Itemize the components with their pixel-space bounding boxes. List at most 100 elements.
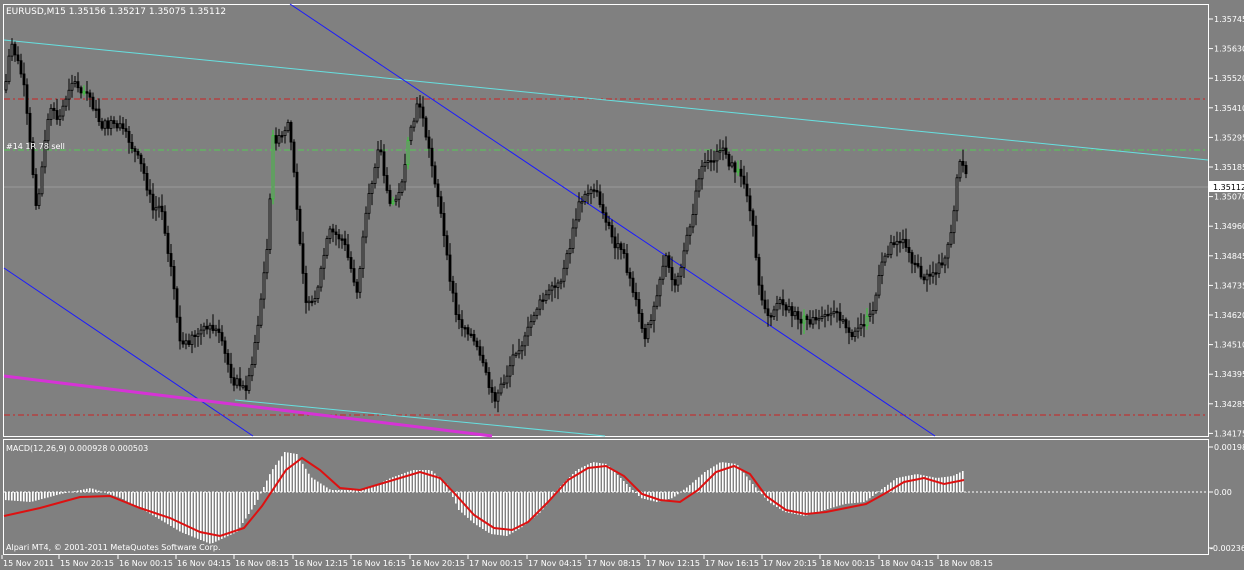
- macd-bar: [368, 488, 370, 492]
- macd-bar: [803, 492, 805, 516]
- macd-bar: [527, 492, 529, 523]
- price-tick-label: 1.35185: [1214, 163, 1244, 172]
- candle-body: [19, 60, 23, 75]
- macd-bar: [830, 492, 832, 509]
- time-tick-label: 17 Nov 08:15: [587, 559, 641, 568]
- macd-bar: [218, 492, 220, 541]
- candle-body: [628, 272, 632, 279]
- candle-body: [409, 126, 413, 142]
- candle-body: [130, 141, 134, 149]
- candle-body: [76, 81, 80, 89]
- candle-body: [778, 299, 782, 304]
- candle-body: [658, 278, 662, 297]
- candle-body: [184, 340, 188, 345]
- macd-bar: [68, 492, 70, 493]
- candle-body: [868, 313, 872, 317]
- candle-body: [739, 168, 743, 177]
- macd-bar: [884, 487, 886, 492]
- candle-body: [925, 273, 929, 281]
- candle-body: [487, 371, 491, 388]
- candle-body: [478, 346, 482, 356]
- candle-body: [769, 315, 773, 318]
- time-tick-label: 15 Nov 20:15: [60, 559, 114, 568]
- order-label[interactable]: #14 1R 78 sell: [6, 142, 65, 151]
- price-tick-label: 1.34510: [1214, 341, 1244, 350]
- candle-body: [859, 324, 863, 329]
- candle-body: [637, 299, 641, 314]
- macd-bar: [530, 492, 532, 520]
- chart-canvas[interactable]: EURUSD,M15 1.35156 1.35217 1.35075 1.351…: [0, 0, 1244, 570]
- macd-bar: [476, 492, 478, 526]
- candle-body: [676, 275, 680, 286]
- macd-bar: [107, 492, 109, 494]
- candle-body: [313, 298, 317, 302]
- candle-body: [430, 147, 434, 167]
- candle-body: [376, 149, 380, 169]
- candle-body: [100, 121, 104, 129]
- macd-bar: [95, 489, 97, 492]
- candle-body: [178, 316, 182, 342]
- macd-bar: [686, 487, 688, 492]
- macd-bar: [251, 492, 253, 510]
- candle-body: [679, 267, 683, 277]
- macd-bar: [65, 492, 67, 493]
- candle-body: [877, 275, 881, 296]
- macd-bar: [623, 481, 625, 492]
- macd-bar: [515, 492, 517, 531]
- current-price-label: 1.35112: [1213, 183, 1244, 192]
- candle-body: [319, 267, 323, 288]
- candle-body: [853, 330, 857, 338]
- candle-body: [157, 205, 161, 209]
- macd-bar: [845, 492, 847, 504]
- candle-body: [565, 253, 569, 269]
- macd-bar: [818, 492, 820, 512]
- macd-bar: [665, 492, 667, 500]
- macd-bar: [914, 474, 916, 492]
- candle-body: [127, 130, 131, 143]
- candle-body: [772, 309, 776, 317]
- macd-bar: [626, 484, 628, 492]
- candle-body: [709, 160, 713, 163]
- macd-bar: [710, 468, 712, 492]
- price-tick-label: 1.34620: [1214, 311, 1244, 320]
- candle-body: [361, 236, 365, 269]
- macd-bar: [59, 492, 61, 495]
- macd-bar: [38, 492, 40, 500]
- candle-body: [262, 272, 266, 300]
- macd-bar: [839, 492, 841, 506]
- mt4-chart-window[interactable]: EURUSD,M15 1.35156 1.35217 1.35075 1.351…: [0, 0, 1244, 570]
- macd-bar: [188, 492, 190, 536]
- candle-body: [256, 324, 260, 343]
- candle-body: [730, 162, 734, 167]
- macd-bar: [611, 469, 613, 492]
- candle-body: [604, 212, 608, 223]
- macd-bar: [146, 492, 148, 512]
- candle-body: [829, 312, 833, 316]
- candle-body: [229, 363, 233, 379]
- candle-body: [718, 150, 722, 153]
- candle-body: [694, 190, 698, 215]
- candle-body: [754, 224, 758, 258]
- macd-bar: [74, 491, 76, 492]
- candle-body: [961, 160, 965, 166]
- macd-bar: [257, 492, 259, 500]
- candle-body: [163, 211, 167, 234]
- macd-bar: [485, 492, 487, 531]
- candle-body: [181, 340, 185, 345]
- macd-bar: [332, 490, 334, 492]
- macd-bar: [893, 480, 895, 492]
- candle-body: [649, 320, 653, 325]
- candle-body: [934, 272, 938, 275]
- candle-body: [382, 151, 386, 176]
- candle-body: [259, 298, 263, 326]
- macd-bar: [248, 492, 250, 514]
- macd-bar: [449, 490, 451, 492]
- candle-body: [106, 120, 110, 129]
- candle-body: [751, 210, 755, 226]
- time-tick-label: 17 Nov 12:15: [646, 559, 700, 568]
- candle-body: [349, 257, 353, 269]
- candle-body: [133, 148, 137, 152]
- candle-body: [118, 123, 122, 129]
- macd-bar: [488, 492, 490, 533]
- macd-bar: [857, 492, 859, 503]
